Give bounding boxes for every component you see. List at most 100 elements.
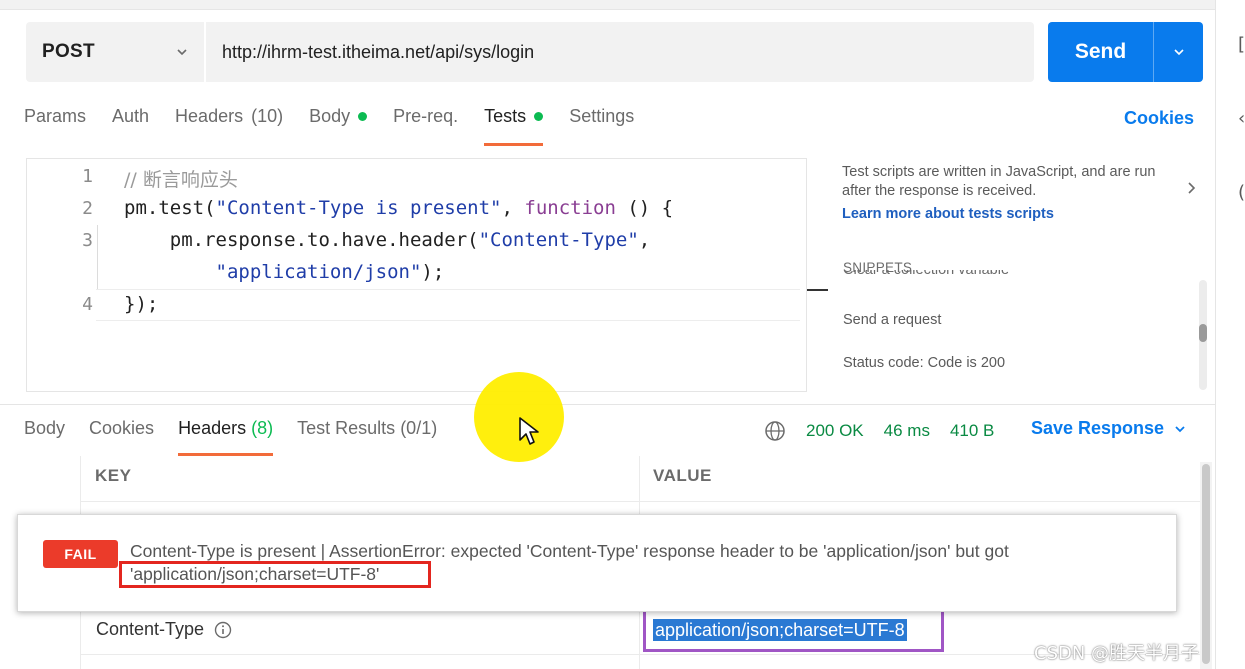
column-header-key: KEY bbox=[95, 466, 132, 485]
tab-label: Test Results bbox=[297, 418, 396, 438]
tab-pre-request[interactable]: Pre-req. bbox=[393, 106, 458, 146]
code-plain: pm.response.to.have.header( bbox=[124, 229, 479, 251]
code-keyword: function bbox=[524, 197, 616, 219]
chevron-right-icon[interactable] bbox=[1186, 181, 1198, 195]
send-label: Send bbox=[1074, 40, 1127, 63]
line-number: 2 bbox=[82, 198, 93, 219]
send-button[interactable]: Send bbox=[1048, 22, 1203, 82]
tab-body[interactable]: Body bbox=[309, 106, 368, 146]
tab-headers[interactable]: Headers (10) bbox=[175, 106, 283, 146]
tab-label: Body bbox=[309, 106, 351, 126]
tab-response-cookies[interactable]: Cookies bbox=[89, 418, 154, 456]
chevron-left-icon[interactable]: ‹ bbox=[1238, 108, 1245, 129]
code-plain: , bbox=[638, 229, 651, 251]
code-plain: pm.test( bbox=[124, 197, 216, 219]
cookies-link[interactable]: Cookies bbox=[1124, 108, 1194, 129]
tab-count: (10) bbox=[251, 106, 284, 126]
learn-more-link[interactable]: Learn more about tests scripts bbox=[842, 206, 1202, 222]
code-string: "application/json" bbox=[215, 261, 422, 283]
line-number: 1 bbox=[82, 166, 93, 187]
fail-message-line: Content-Type is present | AssertionError… bbox=[130, 541, 1009, 561]
response-size[interactable]: 410 B bbox=[950, 421, 994, 441]
code-text: pm.response.to.have.header("Content-Type… bbox=[124, 229, 650, 251]
test-script-editor[interactable]: 1 // 断言响应头 2 pm.test("Content-Type is pr… bbox=[26, 158, 826, 392]
paren-icon[interactable]: ( bbox=[1238, 182, 1245, 203]
snippets-scrollbar[interactable] bbox=[1199, 280, 1207, 390]
tests-side-panel: Test scripts are written in JavaScript, … bbox=[842, 163, 1202, 393]
tab-auth[interactable]: Auth bbox=[112, 106, 149, 146]
method-label: POST bbox=[42, 41, 95, 62]
tab-label: Headers bbox=[175, 106, 244, 126]
code-line: 3 pm.response.to.have.header("Content-Ty… bbox=[27, 226, 827, 258]
column-header-value: VALUE bbox=[653, 466, 712, 485]
tab-params[interactable]: Params bbox=[24, 106, 86, 146]
scroll-thumb[interactable] bbox=[1199, 324, 1207, 342]
tab-label: Params bbox=[24, 106, 87, 126]
url-bar: POST http://ihrm-test.itheima.net/api/sy… bbox=[26, 22, 1034, 82]
chevron-down-icon bbox=[1173, 49, 1184, 56]
code-comment: // 断言响应头 bbox=[124, 169, 238, 191]
code-plain bbox=[124, 261, 216, 283]
tab-label: Body bbox=[24, 418, 66, 438]
tab-tests[interactable]: Tests bbox=[484, 106, 544, 146]
indent-guide bbox=[97, 225, 98, 289]
row-divider bbox=[80, 654, 1200, 655]
line-number: 3 bbox=[82, 230, 93, 251]
window-top-strip bbox=[0, 0, 1215, 10]
tab-count: (0/1) bbox=[400, 418, 438, 438]
tab-response-headers[interactable]: Headers (8) bbox=[178, 418, 274, 456]
status-dot bbox=[358, 112, 368, 121]
code-line: "application/json"); bbox=[27, 258, 827, 290]
status-code[interactable]: 200 OK bbox=[806, 421, 864, 441]
tab-label: Pre-req. bbox=[393, 106, 459, 126]
snippet-send-request[interactable]: Send a request bbox=[843, 312, 941, 328]
watermark: CSDN @胜天半月子 bbox=[1034, 643, 1200, 664]
status-dot bbox=[534, 112, 544, 121]
pane-divider[interactable] bbox=[0, 404, 1215, 405]
right-sidebar-strip bbox=[1215, 0, 1245, 669]
save-response-label: Save Response bbox=[1031, 418, 1165, 438]
header-key: Content-Type bbox=[96, 619, 205, 639]
code-plain: ); bbox=[421, 261, 445, 283]
chevron-down-icon bbox=[177, 49, 187, 56]
side-description: Test scripts are written in JavaScript, … bbox=[842, 164, 1156, 199]
current-line-highlight bbox=[96, 289, 800, 321]
method-select[interactable]: POST bbox=[26, 22, 206, 82]
annotation-box-red bbox=[119, 561, 431, 588]
code-string: "Content-Type" bbox=[478, 229, 639, 251]
tab-test-results[interactable]: Test Results (0/1) bbox=[297, 418, 437, 456]
snippet-status-code[interactable]: Status code: Code is 200 bbox=[843, 355, 1005, 371]
url-input[interactable]: http://ihrm-test.itheima.net/api/sys/log… bbox=[206, 42, 534, 63]
scroll-marker bbox=[807, 289, 828, 291]
tab-settings[interactable]: Settings bbox=[569, 106, 634, 146]
fail-badge: FAIL bbox=[43, 540, 118, 568]
chevron-down-icon bbox=[1175, 425, 1185, 432]
info-icon[interactable] bbox=[214, 621, 232, 639]
bracket-icon[interactable]: [ bbox=[1238, 34, 1245, 55]
line-number: 4 bbox=[82, 294, 93, 315]
request-tabs: Params Auth Headers (10) Body Pre-req. Te… bbox=[24, 106, 660, 146]
response-tabs: Body Cookies Headers (8) Test Results (0… bbox=[24, 418, 461, 456]
code-plain: , bbox=[501, 197, 525, 219]
scroll-thumb[interactable] bbox=[1202, 464, 1210, 664]
snippet-partial[interactable]: Clear a collection variable bbox=[843, 270, 1143, 282]
table-scrollbar[interactable] bbox=[1200, 462, 1212, 669]
tab-response-body[interactable]: Body bbox=[24, 418, 65, 456]
code-string: "Content-Type is present" bbox=[215, 197, 502, 219]
editor-scrollbar[interactable] bbox=[806, 158, 828, 392]
globe-icon[interactable] bbox=[764, 420, 786, 442]
send-dropdown[interactable] bbox=[1154, 46, 1203, 58]
header-key-cell: Content-Type bbox=[96, 619, 232, 640]
save-response-button[interactable]: Save Response bbox=[1031, 418, 1186, 439]
tab-count: (8) bbox=[251, 418, 274, 438]
response-meta: 200 OK 46 ms 410 B bbox=[764, 419, 1014, 443]
tab-label: Settings bbox=[569, 106, 635, 126]
code-plain: () { bbox=[615, 197, 674, 219]
table-header-row: KEY VALUE bbox=[80, 456, 1200, 502]
code-text: pm.test("Content-Type is present", funct… bbox=[124, 197, 673, 219]
tab-label: Headers bbox=[178, 418, 247, 438]
snippet-label: Clear a collection variable bbox=[843, 270, 1010, 278]
mouse-cursor-icon bbox=[519, 417, 539, 445]
response-time[interactable]: 46 ms bbox=[884, 421, 930, 441]
code-line: 2 pm.test("Content-Type is present", fun… bbox=[27, 194, 827, 226]
